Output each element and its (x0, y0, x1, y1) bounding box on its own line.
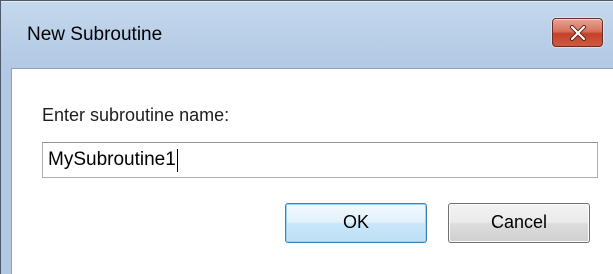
subroutine-name-value: MySubroutine1 (48, 149, 176, 170)
new-subroutine-dialog: New Subroutine Enter subroutine name: My… (0, 0, 613, 274)
window-title: New Subroutine (27, 24, 163, 45)
text-caret (176, 149, 178, 172)
cancel-button[interactable]: Cancel (448, 203, 590, 243)
subroutine-name-label: Enter subroutine name: (42, 105, 230, 125)
ok-button-label: OK (342, 212, 369, 232)
close-x-icon (570, 25, 586, 41)
cancel-button-label: Cancel (490, 212, 548, 232)
subroutine-name-input[interactable]: MySubroutine1 (42, 142, 598, 178)
ok-button[interactable]: OK (285, 203, 427, 243)
close-button[interactable] (552, 18, 603, 47)
dialog-body: Enter subroutine name: MySubroutine1 OK … (11, 68, 613, 274)
title-bar[interactable]: New Subroutine (1, 1, 613, 68)
